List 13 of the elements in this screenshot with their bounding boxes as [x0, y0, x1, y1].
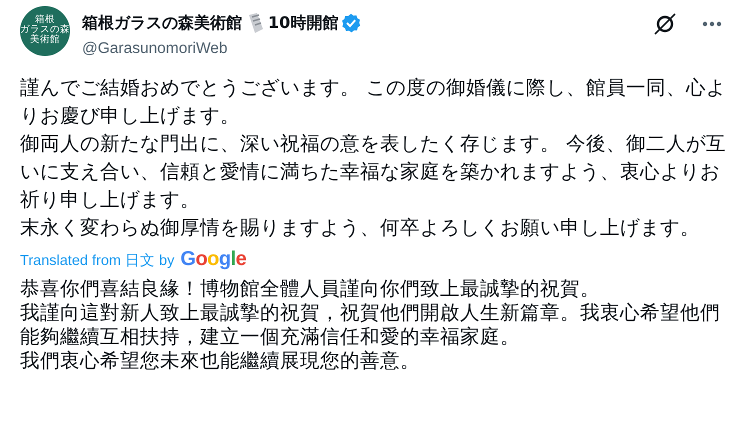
avatar-logo[interactable]: 箱根 ガラスの森 美術館 [20, 6, 70, 56]
post-text: 謹んでご結婚おめでとうございます。 この度の御婚儀に際し、館員一同、心よりお慶び申し上げます。 [20, 75, 728, 129]
translated-text: 恭喜你們喜結良緣！博物館全體人員謹向你們致上最誠摯的祝賀。 [20, 277, 601, 301]
author-handle[interactable]: @GarasunomoriWeb [82, 40, 642, 58]
author-name-suffix: 10時開館 [268, 12, 338, 34]
post-text: 末永く変わらぬ御厚情を賜りますよう、何卒よろしくお願い申し上げます。 [20, 215, 701, 241]
post-text: 御両人の新たな門出に、深い祝福の意を表したく存じます。 今後、御二人が互いに支え合い、信頼と愛情に満ちた幸福な家庭を築かれますよう、衷心よりお祈り申し上げます。 [20, 131, 728, 213]
google-logo: Google [180, 248, 246, 271]
translated-text: 我們衷心希望您未來也能繼續展現您的善意。 [20, 349, 421, 373]
translated-text: 我謹向這對新人致上最誠摯的祝賀，祝賀他們開啟人生新篇章。我衷心希望他們能夠繼續互相扶持，建立一個充滿信任和愛的幸福家庭。 [20, 301, 721, 349]
author-name[interactable]: 箱根ガラスの森美術館 [82, 12, 242, 34]
more-icon[interactable] [702, 21, 722, 27]
grok-icon[interactable] [654, 13, 676, 35]
